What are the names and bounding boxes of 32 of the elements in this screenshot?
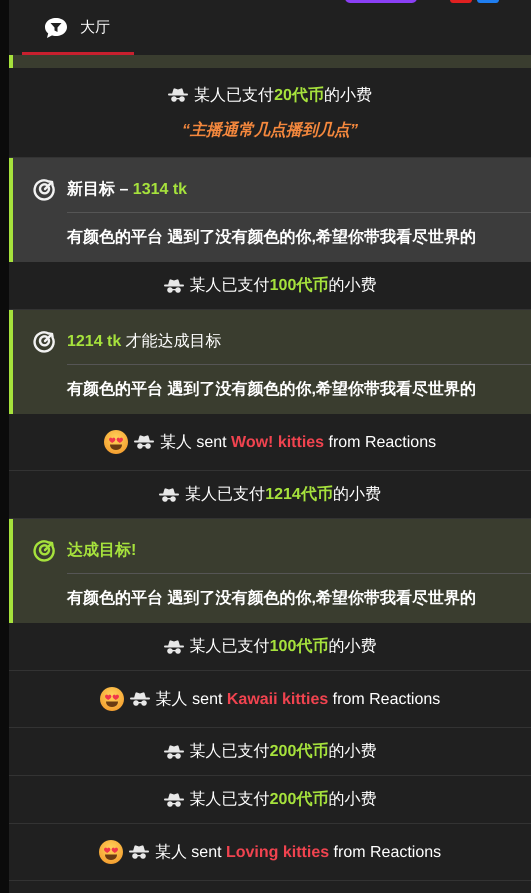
goal-message: 有颜色的平台 遇到了没有颜色的你,希望你带我看尽世界的 — [67, 588, 477, 609]
reaction-message: 某人 sent Loving kitties from Reactions — [154, 842, 442, 862]
tip-message: 某人已支付20代币的小费 — [194, 85, 372, 106]
incognito-icon — [128, 845, 149, 859]
goal-message: 有颜色的平台 遇到了没有颜色的你,希望你带我看尽世界的 — [67, 379, 477, 400]
incognito-icon — [168, 88, 188, 102]
reaction-message: 某人 sent Wow! kitties from Reactions — [160, 432, 436, 452]
incognito-icon — [164, 792, 184, 806]
tip-message: 某人已支付200代币的小费 — [190, 741, 376, 762]
incognito-icon — [164, 640, 184, 654]
target-icon — [33, 177, 57, 201]
tip-quote: “主播通常几点播到几点” — [182, 120, 358, 140]
incognito-icon — [164, 744, 184, 758]
reaction-message: 某人 sent Kawaii kitties from Reactions — [156, 690, 440, 710]
goal-title: 新目标 – 1314 tk — [67, 179, 188, 200]
heart-eyes-emoji-icon — [104, 430, 128, 454]
incognito-icon — [130, 692, 150, 706]
goal-title: 1214 tk 才能达成目标 — [67, 332, 223, 352]
goal-title: 达成目标! — [67, 540, 138, 560]
incognito-icon — [134, 435, 154, 449]
tip-message: 某人已支付1214代币的小费 — [185, 484, 381, 505]
chat-bubble-icon — [44, 16, 68, 38]
goal-message: 有颜色的平台 遇到了没有颜色的你,希望你带我看尽世界的 — [67, 227, 477, 248]
tip-message: 某人已支付100代币的小费 — [190, 275, 376, 296]
tip-message: 某人已支付200代币的小费 — [190, 789, 376, 810]
target-icon — [33, 329, 57, 353]
tip-message: 某人已支付100代币的小费 — [190, 636, 376, 657]
incognito-icon — [159, 488, 180, 502]
heart-eyes-emoji-icon — [100, 687, 124, 711]
heart-eyes-emoji-icon — [98, 840, 123, 864]
target-icon — [33, 538, 57, 562]
incognito-icon — [164, 278, 184, 292]
